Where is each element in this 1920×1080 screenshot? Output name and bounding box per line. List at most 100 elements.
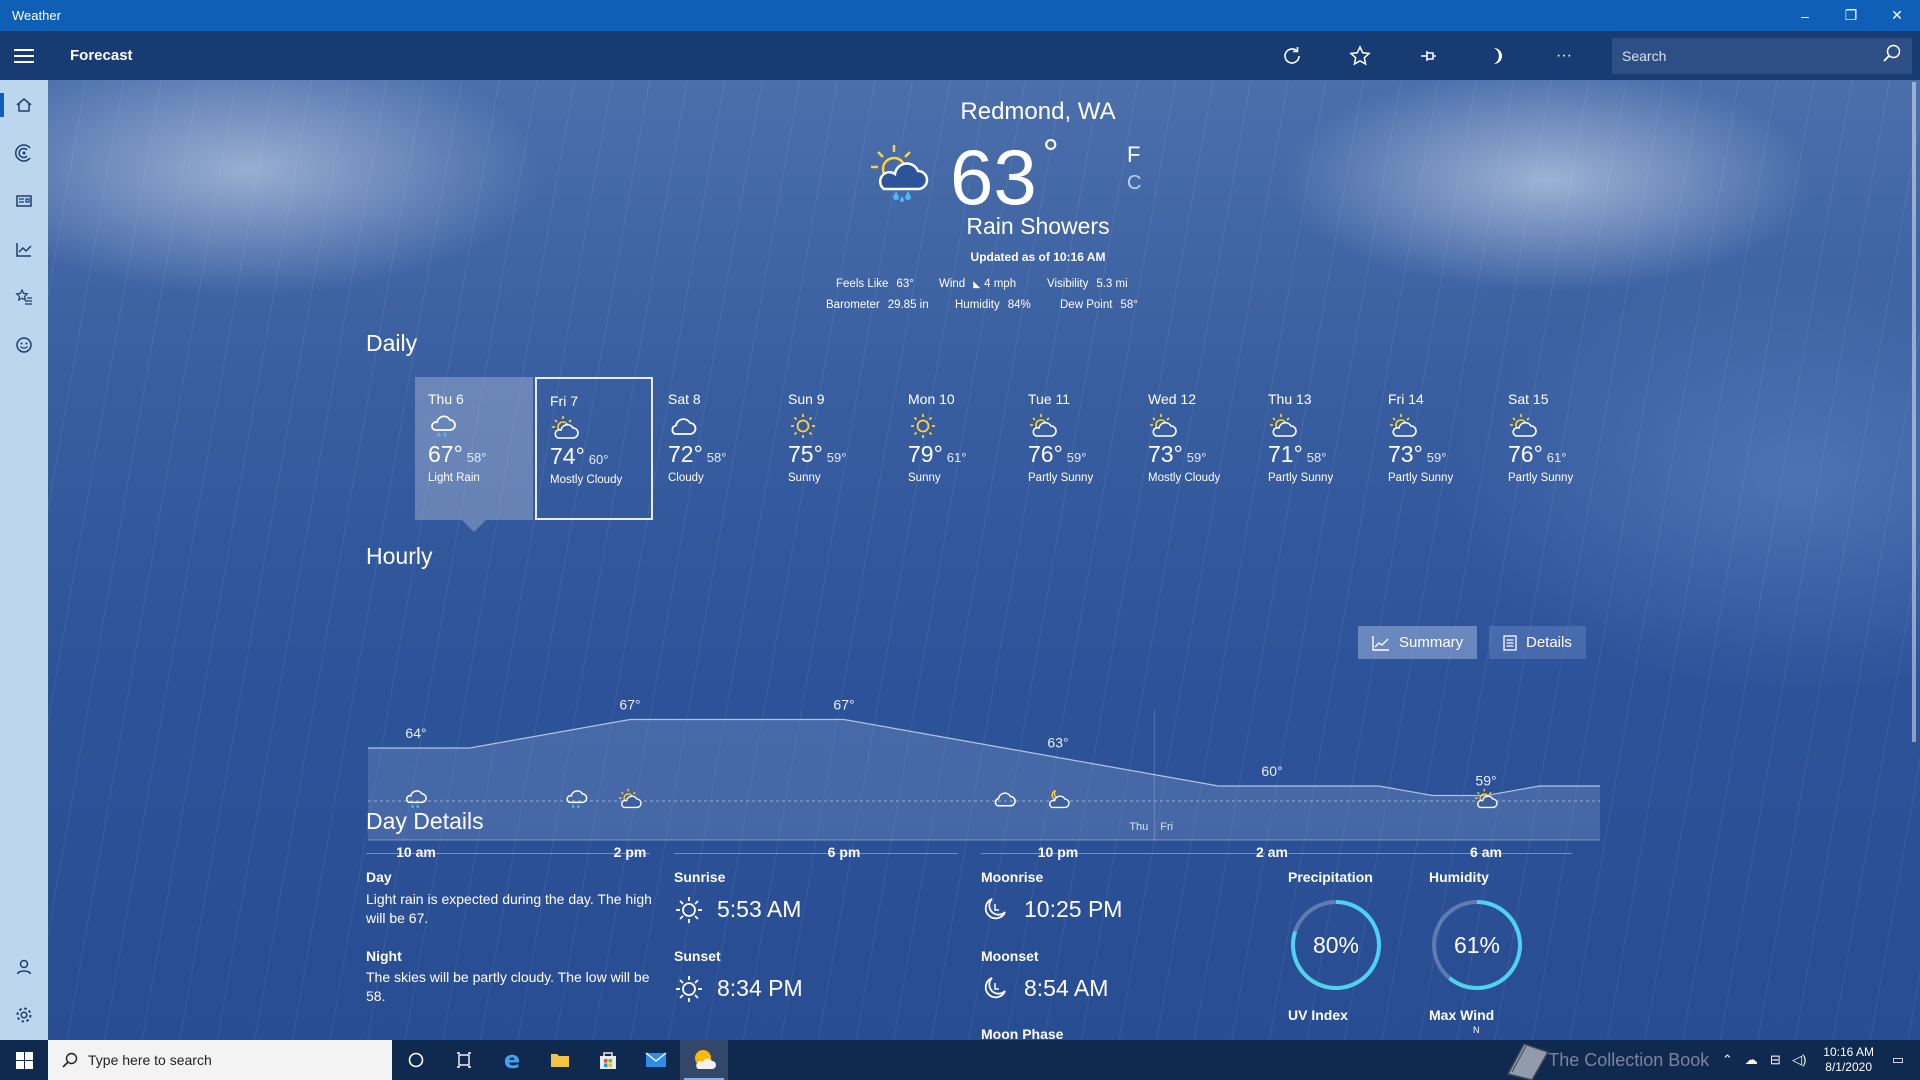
pin-button[interactable] [1394, 31, 1462, 80]
daily-card[interactable]: Wed 12 73° 59° Mostly Cloudy [1135, 377, 1253, 520]
search-box[interactable] [1612, 37, 1912, 74]
cortana-button[interactable] [392, 1040, 440, 1080]
sidebar-item-news[interactable] [0, 181, 48, 221]
weather-app-icon [695, 1050, 716, 1069]
daily-card[interactable]: Sat 15 76° 61° Partly Sunny [1495, 377, 1613, 520]
low-temp: 58° [706, 450, 727, 465]
chart-line-icon [1372, 635, 1389, 651]
humidity-value: 61% [1453, 932, 1501, 958]
daily-card[interactable]: Thu 13 71° 58° Partly Sunny [1255, 377, 1373, 520]
stat-humidity: Humidity 84% [955, 299, 1031, 311]
sidebar-item-settings[interactable] [0, 995, 48, 1035]
search-icon [62, 1052, 78, 1068]
section-title: Forecast [70, 47, 133, 64]
sun-icon [911, 414, 935, 438]
sidebar-item-maps[interactable] [0, 133, 48, 173]
news-icon [16, 195, 32, 207]
details-button[interactable]: Details [1489, 626, 1586, 659]
daily-card[interactable]: Thu 6 67° 58° Light Rain [415, 377, 533, 520]
hamburger-menu-button[interactable] [0, 31, 48, 80]
daily-heading: Daily [366, 330, 418, 356]
sidebar-item-feedback[interactable] [0, 325, 48, 365]
notifications-icon[interactable]: ▭ [1886, 1052, 1910, 1068]
mail-app-button[interactable] [632, 1040, 680, 1080]
network-icon[interactable]: ⊟ [1763, 1052, 1787, 1068]
night-description: The skies will be partly cloudy. The low… [366, 969, 650, 1004]
day-marker-label: Thu [1129, 821, 1148, 833]
system-tray: The Collection Book ⌃ ☁ ⊟ ◁) 10:16 AM 8/… [1502, 1040, 1920, 1080]
moonrise-time: 10:25 PM [1024, 896, 1123, 922]
sunset-label: Sunset [674, 948, 721, 964]
daily-card[interactable]: Fri 7 74° 60° Mostly Cloudy [535, 377, 653, 520]
restore-button[interactable]: ❐ [1828, 0, 1874, 31]
celsius-toggle[interactable]: C [1127, 172, 1141, 195]
daily-card[interactable]: Tue 11 76° 59° Partly Sunny [1015, 377, 1133, 520]
onedrive-icon[interactable]: ☁ [1739, 1052, 1763, 1068]
person-icon [16, 959, 32, 975]
high-temp: 76° [1508, 441, 1543, 467]
daily-card[interactable]: Fri 14 73° 59° Partly Sunny [1375, 377, 1493, 520]
star-icon [1349, 44, 1371, 65]
day-condition: Light Rain [428, 472, 480, 484]
sunset-icon [676, 976, 702, 1002]
stat-label: Barometer [826, 299, 880, 311]
scrollbar[interactable] [1912, 82, 1916, 742]
daily-card[interactable]: Mon 10 79° 61° Sunny [895, 377, 1013, 520]
minimize-button[interactable]: – [1782, 0, 1828, 31]
sidebar-item-historical[interactable] [0, 229, 48, 269]
taskbar: e The Collection Book ⌃ ☁ ⊟ ◁) 10:16 AM … [0, 1040, 1920, 1080]
selected-day-pointer [462, 520, 486, 532]
radar-icon [15, 144, 31, 162]
moonset-icon [984, 977, 1006, 999]
close-button[interactable]: ✕ [1874, 0, 1920, 31]
daily-card[interactable]: Sat 8 72° 58° Cloudy [655, 377, 773, 520]
current-temp-value: 63 [950, 133, 1037, 221]
store-icon [600, 1052, 616, 1069]
daily-card[interactable]: Sun 9 75° 59° Sunny [775, 377, 893, 520]
sunrise-time: 5:53 AM [717, 896, 802, 922]
day-condition: Partly Sunny [1028, 472, 1094, 484]
favorite-button[interactable] [1326, 31, 1394, 80]
fahrenheit-toggle[interactable]: F [1127, 142, 1140, 168]
stat-value: 29.85 in [887, 299, 929, 311]
stat-value: 58° [1120, 299, 1138, 311]
sidebar-item-account[interactable] [0, 947, 48, 987]
low-temp: 60° [588, 452, 609, 467]
task-view-button[interactable] [440, 1040, 488, 1080]
sidebar-item-forecast[interactable] [0, 85, 48, 125]
stat-dew-point: Dew Point 58° [1060, 299, 1138, 311]
weather-app-button[interactable] [680, 1040, 728, 1080]
more-options-button[interactable]: ··· [1530, 31, 1598, 80]
details-label: Details [1526, 634, 1572, 651]
moon-phase-label: Moon Phase [981, 1026, 1064, 1040]
start-button[interactable] [0, 1040, 48, 1080]
sidebar-item-favorites[interactable] [0, 277, 48, 317]
night-label: Night [366, 948, 402, 964]
summary-button[interactable]: Summary [1358, 626, 1478, 659]
low-temp: 59° [826, 450, 847, 465]
book-logo-icon [1507, 1043, 1550, 1080]
search-input[interactable] [1622, 47, 1882, 64]
rain-cloud-icon [431, 415, 456, 437]
windows-logo-icon [15, 1051, 33, 1069]
low-temp: 58° [1306, 450, 1327, 465]
search-icon[interactable] [1882, 43, 1902, 69]
chart-icon [16, 243, 32, 257]
day-description: Light rain is expected during the day. T… [366, 891, 652, 926]
home-icon [16, 98, 32, 112]
hour-label: 2 pm [613, 844, 647, 860]
taskbar-search-input[interactable] [88, 1052, 348, 1068]
store-app-button[interactable] [584, 1040, 632, 1080]
refresh-button[interactable] [1258, 31, 1326, 80]
volume-icon[interactable]: ◁) [1787, 1052, 1811, 1068]
hourly-heading: Hourly [366, 543, 433, 569]
file-explorer-button[interactable] [536, 1040, 584, 1080]
taskbar-clock[interactable]: 10:16 AM 8/1/2020 [1811, 1045, 1886, 1075]
precipitation-label: Precipitation [1288, 869, 1373, 885]
theme-toggle-button[interactable] [1462, 31, 1530, 80]
low-temp: 59° [1186, 450, 1207, 465]
hourly-temperature-chart: Thu Fri 64° 67° 67° 63° 60° 59° [368, 697, 1600, 841]
edge-app-button[interactable]: e [488, 1040, 536, 1080]
chevron-up-icon[interactable]: ⌃ [1715, 1052, 1739, 1068]
taskbar-search[interactable] [48, 1040, 392, 1080]
